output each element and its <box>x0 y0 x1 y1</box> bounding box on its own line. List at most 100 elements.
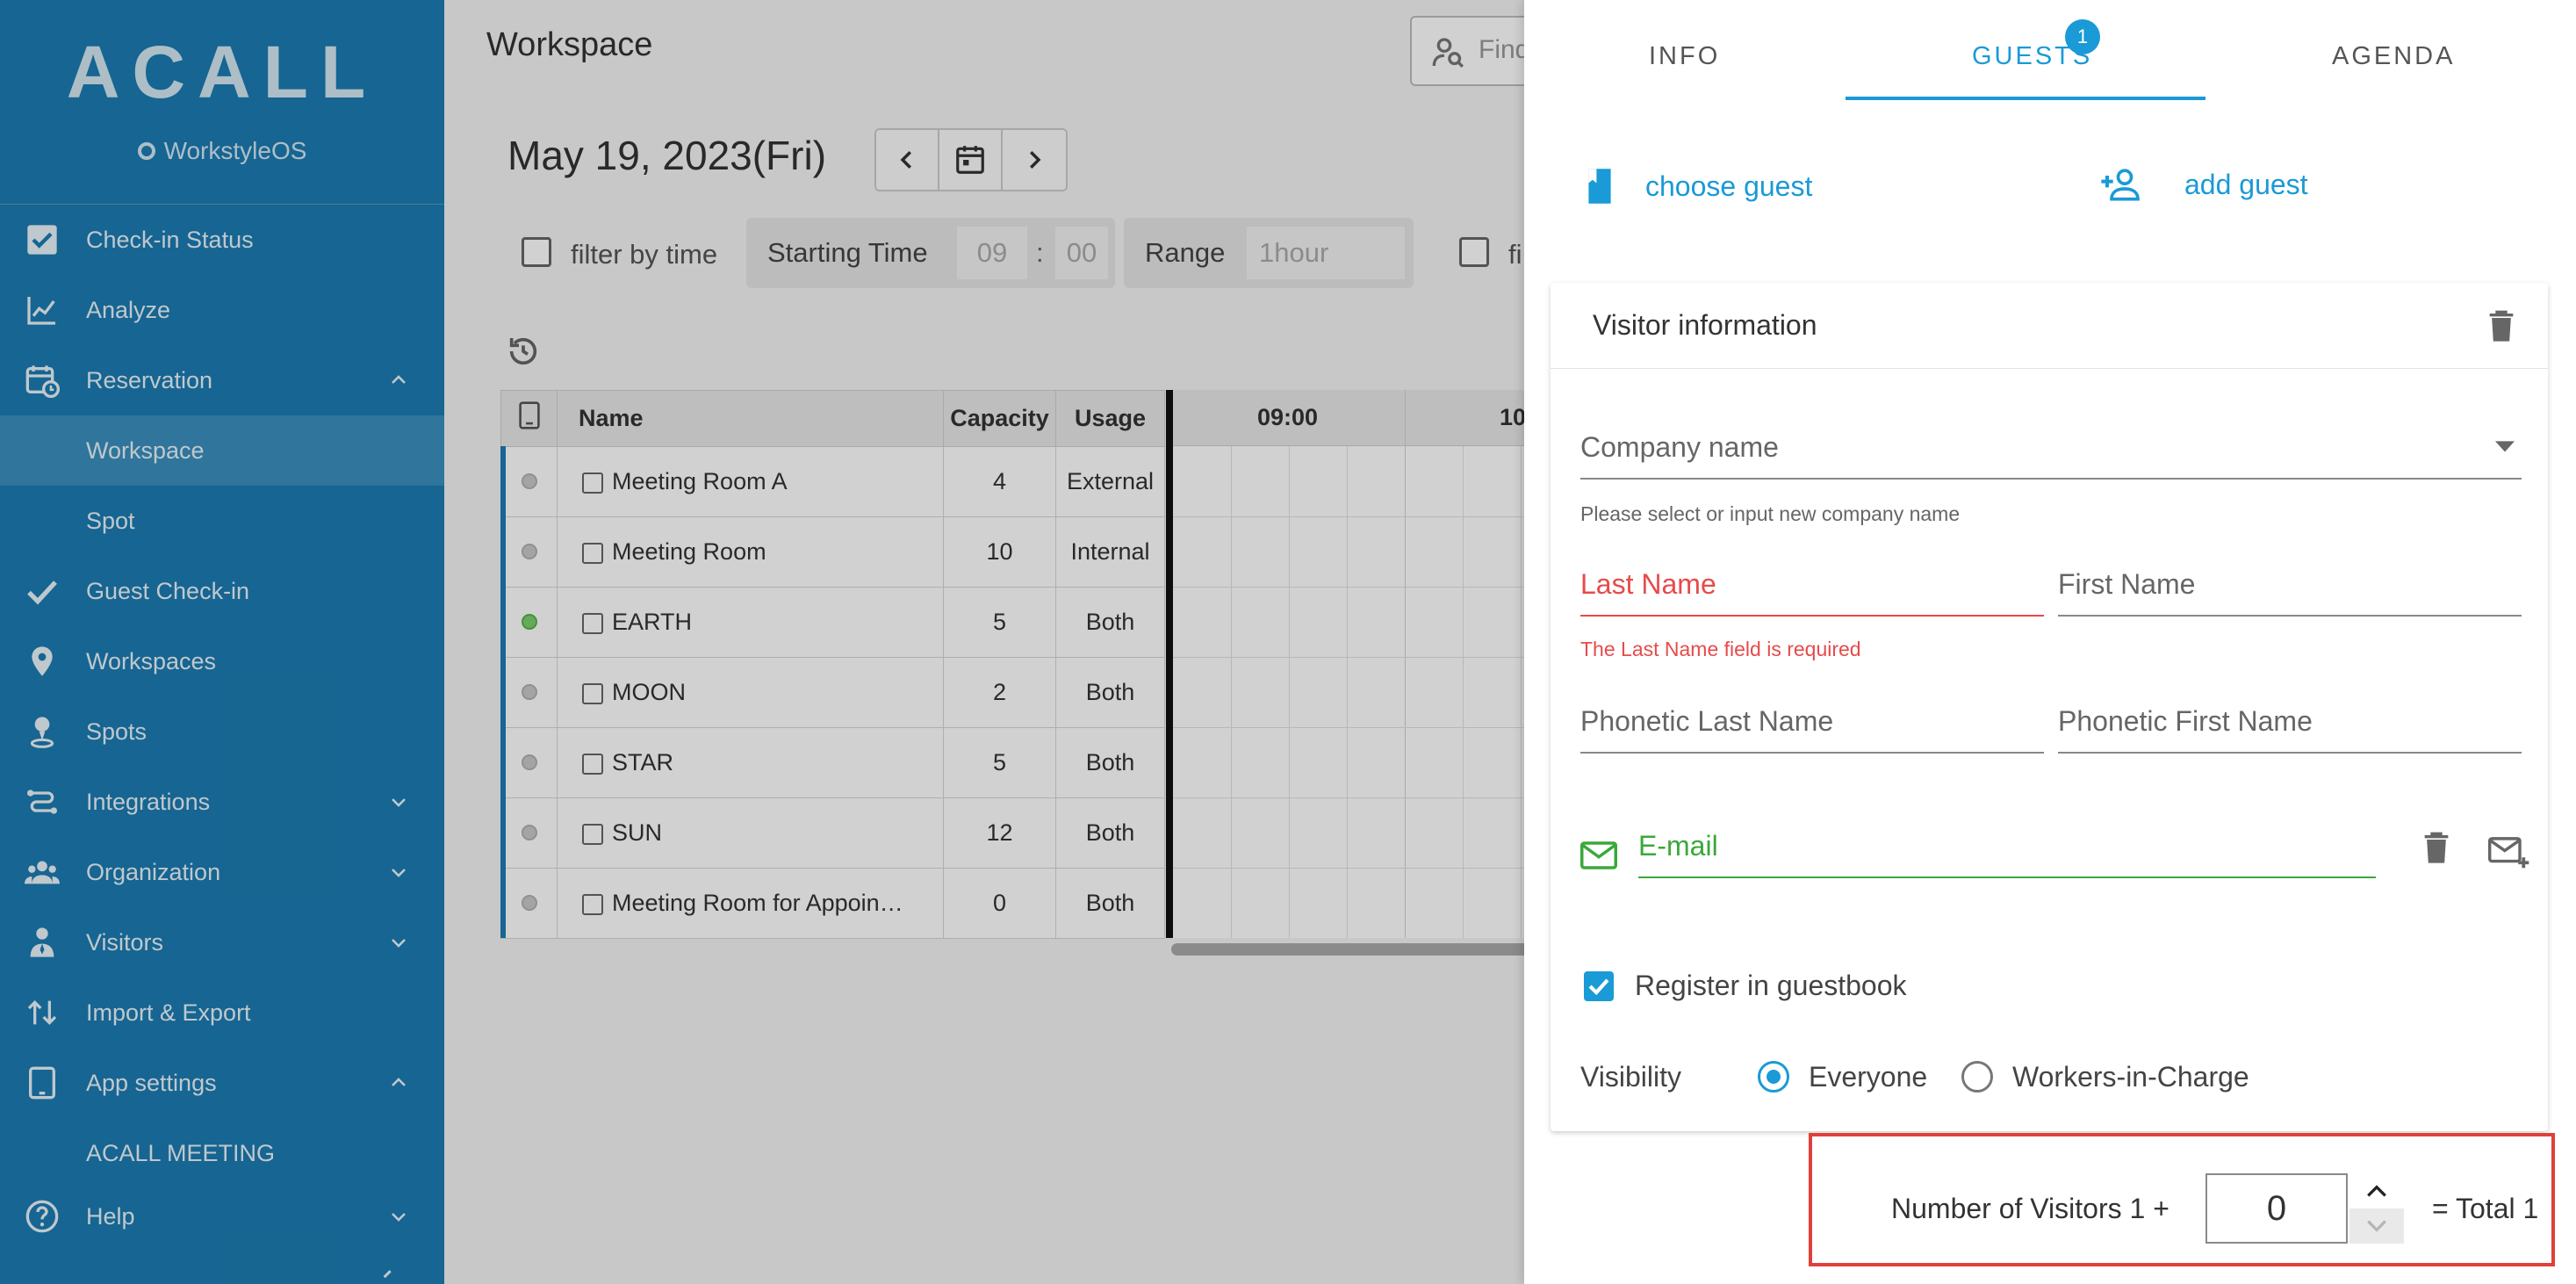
chevron-right-icon <box>1030 151 1041 169</box>
first-name-field[interactable]: First Name <box>2058 552 2522 617</box>
timeline-slot-line <box>1521 446 1522 938</box>
status-cell <box>500 727 558 798</box>
decrement-button[interactable] <box>2349 1208 2404 1244</box>
sidebar-item-app-settings[interactable]: App settings <box>0 1048 444 1118</box>
person-pin-icon <box>30 717 54 748</box>
timeline-row-line <box>1173 516 1524 517</box>
register-guestbook-checkbox[interactable] <box>1584 971 1614 1001</box>
room-name: EARTH <box>612 609 693 635</box>
starting-hour-input[interactable]: 09 <box>957 227 1027 279</box>
phonetic-first-name-field[interactable]: Phonetic First Name <box>2058 687 2522 754</box>
table-row[interactable]: Meeting Room A 4 External <box>500 446 1165 517</box>
refresh-history-icon[interactable] <box>506 334 541 369</box>
current-date: May 19, 2023(Fri) <box>507 133 827 178</box>
table-row[interactable]: SUN 12 Both <box>500 797 1165 869</box>
table-row[interactable]: Meeting Room 10 Internal <box>500 516 1165 588</box>
email-field[interactable]: E-mail <box>1638 810 2376 878</box>
row-checkbox[interactable] <box>582 753 603 775</box>
previous-day-button[interactable] <box>876 130 939 190</box>
row-checkbox[interactable] <box>582 612 603 634</box>
card-title: Visitor information <box>1593 309 1817 341</box>
last-name-field[interactable]: Last Name <box>1580 552 2044 617</box>
map-pin-icon <box>32 646 53 676</box>
row-checkbox[interactable] <box>582 682 603 704</box>
checkmark-icon <box>1588 978 1609 996</box>
table-row[interactable]: Meeting Room for Appoin… 0 Both <box>500 868 1165 939</box>
sidebar-item-guest-check-in[interactable]: Guest Check-in <box>0 556 444 626</box>
search-input[interactable]: Find <box>1410 16 1524 86</box>
table-row[interactable]: EARTH 5 Both <box>500 587 1165 658</box>
sidebar-item-spots[interactable]: Spots <box>0 696 444 767</box>
sidebar-item-check-in-status[interactable]: Check-in Status <box>0 205 444 275</box>
collapse-chevron-icon[interactable] <box>374 1268 399 1284</box>
workstyleos-logo: WorkstyleOS <box>0 137 444 165</box>
increment-button[interactable] <box>2349 1173 2404 1208</box>
phonetic-last-name-field[interactable]: Phonetic Last Name <box>1580 687 2044 754</box>
sidebar-item-label: Visitors <box>86 928 164 956</box>
sidebar-item-workspaces[interactable]: Workspaces <box>0 626 444 696</box>
company-name-select[interactable]: Company name <box>1580 415 2522 480</box>
next-day-button[interactable] <box>1003 130 1066 190</box>
second-filter-label: fi <box>1508 239 1522 270</box>
usage-cell: Both <box>1055 797 1165 869</box>
usage-column-header[interactable]: Usage <box>1055 390 1165 447</box>
tab-agenda[interactable]: AGENDA <box>2332 42 2455 71</box>
main-content: Workspace Find May 19, 2023(Fri) filter … <box>444 0 1524 1284</box>
horizontal-scrollbar[interactable] <box>1171 943 1524 956</box>
row-checkbox[interactable] <box>582 472 603 494</box>
filter-by-time-checkbox[interactable] <box>522 237 551 267</box>
row-checkbox[interactable] <box>582 542 603 564</box>
sidebar-item-integrations[interactable]: Integrations <box>0 767 444 837</box>
sidebar-item-acall-meeting[interactable]: ACALL MEETING <box>0 1118 444 1188</box>
workspace-table: Name Capacity Usage Meeting Room A 4 Ext… <box>500 390 1165 939</box>
visibility-workers-label: Workers-in-Charge <box>2012 1061 2249 1093</box>
send-mail-icon[interactable] <box>2488 836 2530 871</box>
sidebar-item-spot[interactable]: Spot <box>0 486 444 556</box>
starting-minute-input[interactable]: 00 <box>1055 227 1108 279</box>
trash-icon[interactable] <box>2421 831 2451 866</box>
acall-logo: ACALL <box>66 31 378 113</box>
timeline-grid: 09:00 10 <box>1166 390 1524 938</box>
sidebar-item-reservation[interactable]: Reservation <box>0 345 444 415</box>
tab-info[interactable]: INFO <box>1649 42 1720 71</box>
visibility-workers-radio[interactable] <box>1961 1061 1993 1093</box>
row-checkbox[interactable] <box>582 823 603 845</box>
capacity-column-header[interactable]: Capacity <box>943 390 1056 447</box>
choose-guest-button[interactable]: choose guest <box>1584 167 1812 206</box>
trash-icon[interactable] <box>2486 309 2516 344</box>
sidebar-item-help[interactable]: Help <box>0 1181 444 1252</box>
sidebar-item-visitors[interactable]: Visitors <box>0 907 444 977</box>
sidebar-item-workspace[interactable]: Workspace <box>0 415 444 486</box>
timeline-slot-line <box>1289 446 1290 938</box>
second-filter-checkbox[interactable] <box>1459 237 1489 267</box>
timeline-slot-line <box>1231 446 1232 938</box>
usage-cell: Both <box>1055 657 1165 728</box>
sidebar-item-import-export[interactable]: Import & Export <box>0 977 444 1048</box>
calendar-button[interactable] <box>939 130 1003 190</box>
room-name: MOON <box>612 679 686 705</box>
name-column-header[interactable]: Name <box>557 390 944 447</box>
table-row[interactable]: STAR 5 Both <box>500 727 1165 798</box>
chevron-down-icon <box>392 869 406 877</box>
company-name-placeholder: Company name <box>1580 431 1779 463</box>
usage-cell: Both <box>1055 727 1165 798</box>
range-input[interactable]: 1hour <box>1247 227 1405 279</box>
timeline-row-line <box>1173 587 1524 588</box>
capacity-cell: 5 <box>943 727 1056 798</box>
visibility-everyone-radio[interactable] <box>1758 1061 1789 1093</box>
sidebar-item-organization[interactable]: Organization <box>0 837 444 907</box>
timeline-slot-line <box>1347 446 1348 938</box>
calendar-clock-icon <box>25 365 60 398</box>
sidebar-item-label: Guest Check-in <box>86 577 250 604</box>
chevron-up-icon <box>392 375 406 384</box>
sidebar-item-analyze[interactable]: Analyze <box>0 275 444 345</box>
timeline-row-line <box>1173 727 1524 728</box>
status-cell <box>500 446 558 517</box>
row-checkbox[interactable] <box>582 893 603 915</box>
email-placeholder: E-mail <box>1638 830 1718 862</box>
last-name-placeholder: Last Name <box>1580 568 1716 600</box>
table-row[interactable]: MOON 2 Both <box>500 657 1165 728</box>
visitors-count-input[interactable]: 0 <box>2205 1173 2348 1244</box>
add-guest-button[interactable]: add guest <box>2098 167 2308 202</box>
room-name: Meeting Room for Appoin… <box>612 890 903 916</box>
